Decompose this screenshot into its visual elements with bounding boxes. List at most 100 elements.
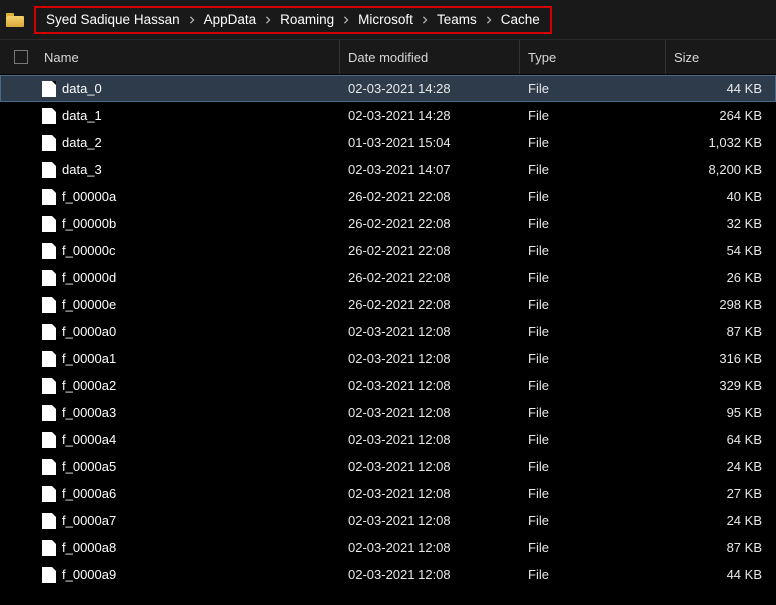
chevron-right-icon[interactable] <box>338 16 354 24</box>
file-date: 02-03-2021 12:08 <box>340 486 520 501</box>
chevron-right-icon[interactable] <box>260 16 276 24</box>
file-name-cell[interactable]: f_00000c <box>42 243 340 259</box>
breadcrumb-segment[interactable]: Microsoft <box>354 12 417 27</box>
file-name: f_00000b <box>62 216 116 231</box>
file-type: File <box>520 135 666 150</box>
file-name-cell[interactable]: f_00000d <box>42 270 340 286</box>
file-name: f_0000a9 <box>62 567 116 582</box>
file-name: f_0000a1 <box>62 351 116 366</box>
file-size: 40 KB <box>666 189 776 204</box>
file-size: 329 KB <box>666 378 776 393</box>
file-row[interactable]: data_2 01-03-2021 15:04File1,032 KB <box>0 129 776 156</box>
file-size: 95 KB <box>666 405 776 420</box>
file-icon <box>42 189 56 205</box>
file-type: File <box>520 432 666 447</box>
file-name-cell[interactable]: data_2 <box>42 135 340 151</box>
file-icon <box>42 81 56 97</box>
file-name-cell[interactable]: f_0000a0 <box>42 324 340 340</box>
file-name-cell[interactable]: f_0000a8 <box>42 540 340 556</box>
address-bar[interactable]: Syed Sadique Hassan AppData Roaming Microso… <box>0 0 776 40</box>
file-date: 26-02-2021 22:08 <box>340 216 520 231</box>
column-date-modified[interactable]: Date modified <box>340 40 520 74</box>
file-row[interactable]: f_0000a202-03-2021 12:08File329 KB <box>0 372 776 399</box>
file-date: 02-03-2021 12:08 <box>340 513 520 528</box>
file-date: 26-02-2021 22:08 <box>340 297 520 312</box>
breadcrumb-segment[interactable]: Roaming <box>276 12 338 27</box>
file-row[interactable]: f_0000a602-03-2021 12:08File27 KB <box>0 480 776 507</box>
file-icon <box>42 567 56 583</box>
file-icon <box>42 324 56 340</box>
file-size: 26 KB <box>666 270 776 285</box>
breadcrumb-segment[interactable]: Teams <box>433 12 481 27</box>
column-size[interactable]: Size <box>666 40 776 74</box>
file-row[interactable]: f_00000e26-02-2021 22:08File298 KB <box>0 291 776 318</box>
file-row[interactable]: f_00000d26-02-2021 22:08File26 KB <box>0 264 776 291</box>
file-size: 44 KB <box>666 81 776 96</box>
file-date: 26-02-2021 22:08 <box>340 189 520 204</box>
select-all-checkbox[interactable] <box>0 50 42 64</box>
file-name-cell[interactable]: f_0000a6 <box>42 486 340 502</box>
file-name: data_2 <box>62 135 102 150</box>
file-date: 02-03-2021 12:08 <box>340 405 520 420</box>
folder-icon <box>6 13 24 27</box>
breadcrumb-segment[interactable]: Syed Sadique Hassan <box>42 12 184 27</box>
file-type: File <box>520 162 666 177</box>
file-size: 264 KB <box>666 108 776 123</box>
file-name-cell[interactable]: f_00000b <box>42 216 340 232</box>
file-row[interactable]: f_00000c26-02-2021 22:08File54 KB <box>0 237 776 264</box>
file-name-cell[interactable]: f_0000a9 <box>42 567 340 583</box>
column-type[interactable]: Type <box>520 40 666 74</box>
file-row[interactable]: data_102-03-2021 14:28File264 KB <box>0 102 776 129</box>
file-row[interactable]: f_0000a902-03-2021 12:08File44 KB <box>0 561 776 588</box>
breadcrumb-segment[interactable]: Cache <box>497 12 544 27</box>
file-icon <box>42 486 56 502</box>
file-size: 1,032 KB <box>666 135 776 150</box>
file-row[interactable]: f_0000a102-03-2021 12:08File316 KB <box>0 345 776 372</box>
file-date: 02-03-2021 12:08 <box>340 324 520 339</box>
file-row[interactable]: data_302-03-2021 14:07File8,200 KB <box>0 156 776 183</box>
file-name-cell[interactable]: data_3 <box>42 162 340 178</box>
file-name-cell[interactable]: f_00000a <box>42 189 340 205</box>
file-row[interactable]: f_0000a702-03-2021 12:08File24 KB <box>0 507 776 534</box>
file-row[interactable]: data_002-03-2021 14:28File44 KB <box>0 75 776 102</box>
file-name-cell[interactable]: data_1 <box>42 108 340 124</box>
file-row[interactable]: f_0000a802-03-2021 12:08File87 KB <box>0 534 776 561</box>
file-size: 87 KB <box>666 540 776 555</box>
file-icon <box>42 108 56 124</box>
file-name-cell[interactable]: f_0000a3 <box>42 405 340 421</box>
file-icon <box>42 459 56 475</box>
file-row[interactable]: f_00000a26-02-2021 22:08File40 KB <box>0 183 776 210</box>
file-row[interactable]: f_0000a302-03-2021 12:08File95 KB <box>0 399 776 426</box>
file-name: f_0000a3 <box>62 405 116 420</box>
file-row[interactable]: f_0000a402-03-2021 12:08File64 KB <box>0 426 776 453</box>
chevron-right-icon[interactable] <box>481 16 497 24</box>
file-name-cell[interactable]: f_0000a4 <box>42 432 340 448</box>
file-name: f_0000a8 <box>62 540 116 555</box>
file-name-cell[interactable]: f_0000a7 <box>42 513 340 529</box>
file-name: f_00000d <box>62 270 116 285</box>
chevron-right-icon[interactable] <box>184 16 200 24</box>
file-row[interactable]: f_00000b26-02-2021 22:08File32 KB <box>0 210 776 237</box>
file-type: File <box>520 81 666 96</box>
file-name-cell[interactable]: f_0000a2 <box>42 378 340 394</box>
file-row[interactable]: f_0000a502-03-2021 12:08File24 KB <box>0 453 776 480</box>
file-type: File <box>520 351 666 366</box>
file-name-cell[interactable]: f_0000a1 <box>42 351 340 367</box>
file-date: 02-03-2021 12:08 <box>340 432 520 447</box>
column-name[interactable]: Name <box>42 40 340 74</box>
file-name: f_0000a2 <box>62 378 116 393</box>
file-name: f_00000e <box>62 297 116 312</box>
file-name-cell[interactable]: data_0 <box>42 81 340 97</box>
file-name: f_0000a4 <box>62 432 116 447</box>
chevron-right-icon[interactable] <box>417 16 433 24</box>
file-size: 87 KB <box>666 324 776 339</box>
breadcrumb-segment[interactable]: AppData <box>200 12 261 27</box>
file-list[interactable]: data_002-03-2021 14:28File44 KBdata_102-… <box>0 75 776 588</box>
file-row[interactable]: f_0000a002-03-2021 12:08File87 KB <box>0 318 776 345</box>
file-date: 01-03-2021 15:04 <box>340 135 520 150</box>
file-name: f_00000a <box>62 189 116 204</box>
file-date: 02-03-2021 12:08 <box>340 567 520 582</box>
file-name-cell[interactable]: f_0000a5 <box>42 459 340 475</box>
file-name-cell[interactable]: f_00000e <box>42 297 340 313</box>
file-icon <box>42 351 56 367</box>
